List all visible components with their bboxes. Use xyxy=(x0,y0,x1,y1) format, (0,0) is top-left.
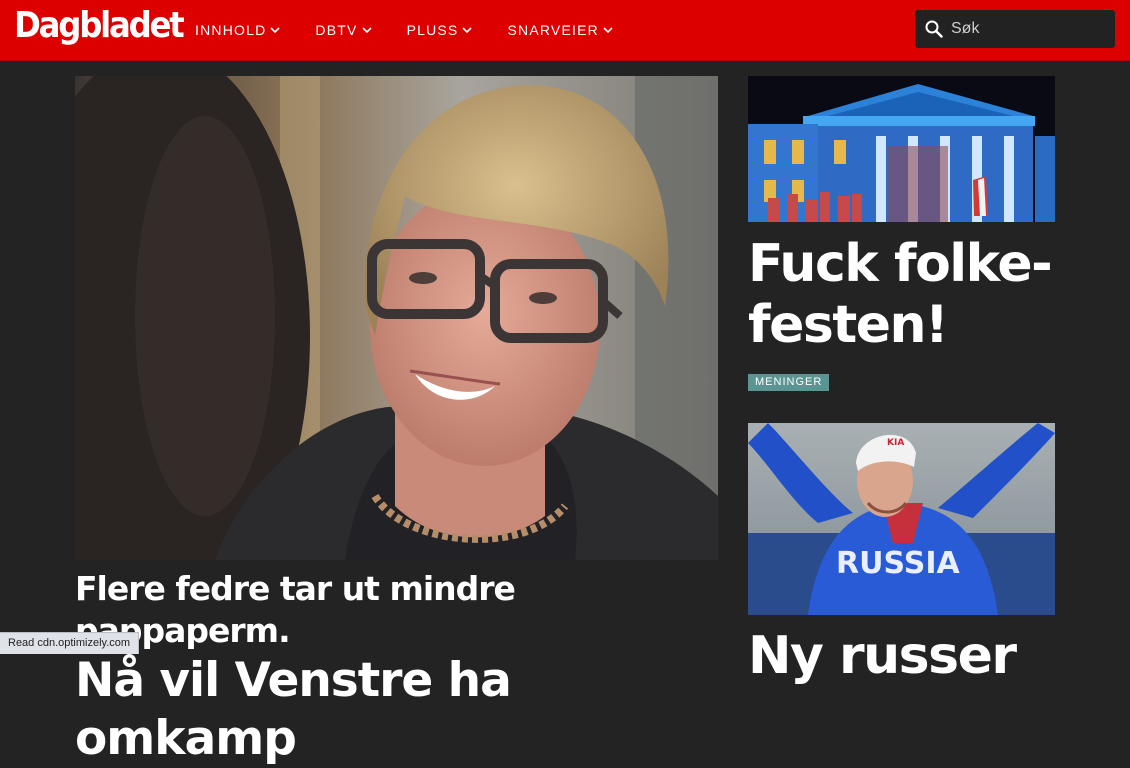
browser-status-bar: Read cdn.optimizely.com xyxy=(0,632,140,654)
side-article-1-title-line-2: festen! xyxy=(748,295,949,355)
side-article-1-headline[interactable]: Fuck folke- festen! xyxy=(748,234,1053,356)
chevron-down-icon xyxy=(603,26,613,34)
chevron-down-icon xyxy=(270,26,280,34)
side-article-2-headline[interactable]: Ny russer xyxy=(748,626,1017,687)
nav-item-label: DBTV xyxy=(315,22,358,38)
search-box xyxy=(915,10,1115,48)
category-tag[interactable]: MENINGER xyxy=(748,374,830,391)
side-article-2-image[interactable]: RUSSIA KIA xyxy=(748,423,1055,615)
nav-item-snarveier[interactable]: SNARVEIER xyxy=(507,0,613,60)
main-nav: INNHOLD DBTV PLUSS SNARVEIER xyxy=(195,0,648,60)
nav-item-dbtv[interactable]: DBTV xyxy=(315,0,372,60)
nav-item-label: INNHOLD xyxy=(195,22,267,38)
svg-text:KIA: KIA xyxy=(887,438,904,448)
svg-text:RUSSIA: RUSSIA xyxy=(836,546,960,581)
nav-item-label: SNARVEIER xyxy=(507,22,599,38)
chevron-down-icon xyxy=(462,26,473,34)
main-article-image[interactable] xyxy=(75,76,718,560)
main-article-kicker: Flere fedre tar ut mindre pappaperm. xyxy=(75,569,516,650)
chevron-down-icon xyxy=(361,26,372,34)
main-article-headline[interactable]: Flere fedre tar ut mindre pappaperm. Nå … xyxy=(75,568,725,768)
search-input[interactable] xyxy=(951,10,1107,48)
nav-item-pluss[interactable]: PLUSS xyxy=(407,0,473,60)
nav-item-label: PLUSS xyxy=(406,22,459,38)
side-article-1-image[interactable] xyxy=(748,76,1055,222)
top-navigation-bar: Dagbladet INNHOLD DBTV PLUSS SNARVEIER xyxy=(0,0,1130,61)
search-icon[interactable] xyxy=(925,20,943,43)
nav-item-innhold[interactable]: INNHOLD xyxy=(195,0,280,60)
side-article-1-title-line-1: Fuck folke- xyxy=(748,234,1053,294)
dagbladet-logo[interactable]: Dagbladet xyxy=(14,5,185,46)
main-article-title: Nå vil Venstre ha omkamp xyxy=(75,653,512,766)
